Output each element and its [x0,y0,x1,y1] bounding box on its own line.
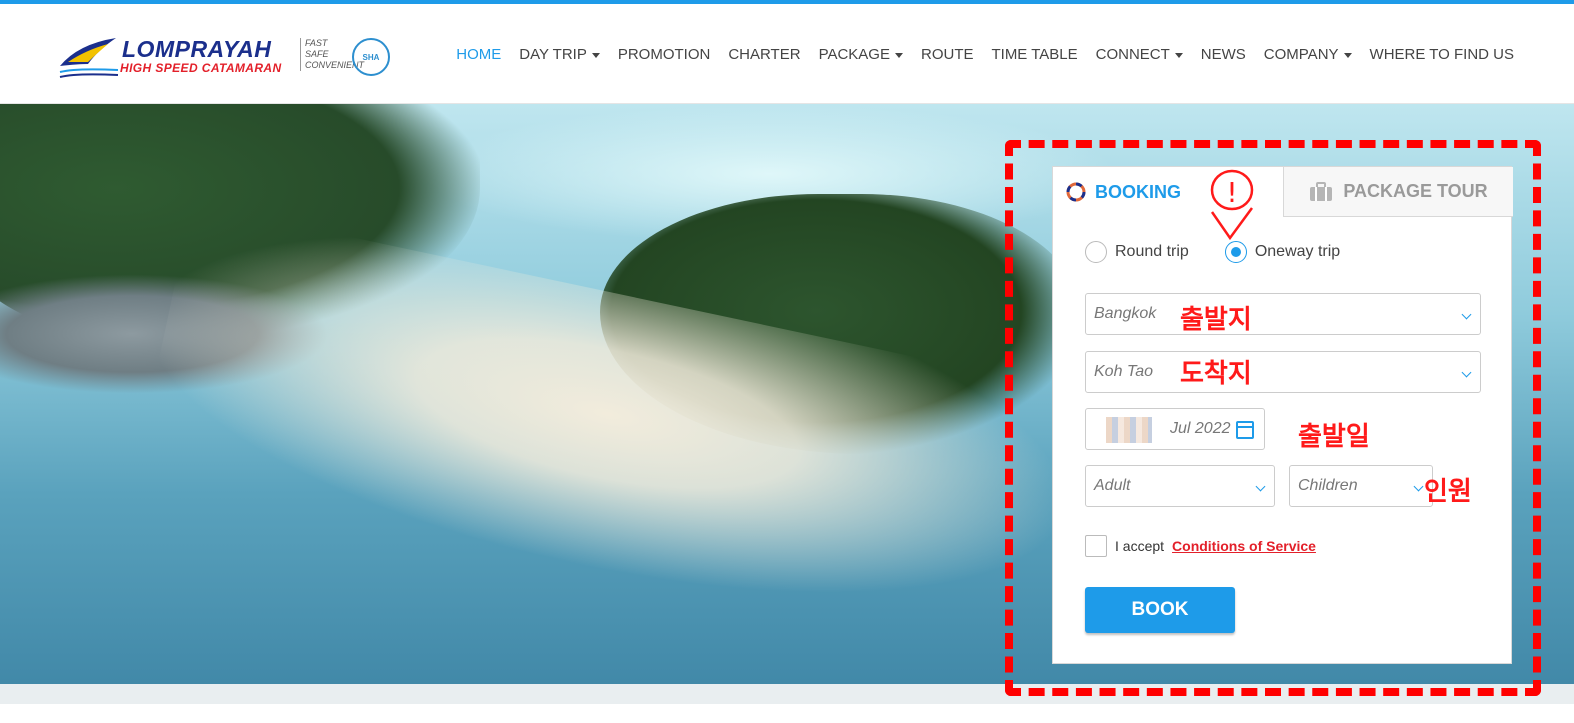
annotation-from-label: 출발지 [1180,305,1252,335]
brand-subtitle: HIGH SPEED CATAMARAN [120,61,282,75]
lifebuoy-icon [1066,182,1086,202]
adult-placeholder: Adult [1094,477,1131,494]
caret-down-icon [1174,52,1183,58]
to-select[interactable]: Koh Tao [1085,351,1481,393]
brand-name: LOMPRAYAH [122,36,272,62]
nav-charter[interactable]: CHARTER [728,46,800,63]
nav-package-label: PACKAGE [818,46,890,63]
from-value: Bangkok [1094,305,1157,322]
nav-promotion-label: PROMOTION [617,46,711,63]
nav-route[interactable]: ROUTE [921,46,974,63]
nav-company-label: COMPANY [1263,46,1339,63]
nav-news-label: NEWS [1200,46,1246,63]
nav-home-label: HOME [456,46,502,63]
nav-where-to-find-us[interactable]: WHERE TO FIND US [1370,46,1514,63]
chevron-down-icon [1255,481,1266,492]
sha-badge-icon: SHA [352,38,390,76]
from-select[interactable]: Bangkok [1085,293,1481,335]
children-select[interactable]: Children [1289,465,1433,507]
nav-day-trip-label: DAY TRIP [519,46,587,63]
nav-connect[interactable]: CONNECT [1096,46,1183,63]
tab-package-tour[interactable]: PACKAGE TOUR [1283,167,1513,217]
site-header: LOMPRAYAH HIGH SPEED CATAMARAN FAST SAFE… [0,4,1574,104]
nav-promotion[interactable]: PROMOTION [618,46,711,63]
calendar-icon[interactable] [1236,421,1254,439]
date-value: Jul 2022 [1170,420,1231,437]
accept-text: I accept [1115,538,1165,554]
annotation-date-label: 출발일 [1298,422,1370,452]
radio-round-trip[interactable] [1085,241,1107,263]
annotation-scribble-icon: ! [1210,169,1254,241]
chevron-down-icon [1461,309,1472,320]
main-nav: HOME DAY TRIP PROMOTION CHARTER PACKAGE … [456,46,1514,63]
bird-logo-icon [59,38,119,78]
book-button[interactable]: BOOK [1085,587,1235,633]
conditions-link[interactable]: Conditions of Service [1172,538,1316,554]
nav-where-label: WHERE TO FIND US [1369,46,1514,63]
redacted-date-blur [1106,417,1152,443]
nav-home[interactable]: HOME [456,46,501,63]
adult-select[interactable]: Adult [1085,465,1275,507]
nav-time-table[interactable]: TIME TABLE [991,46,1077,63]
caret-down-icon [1343,52,1352,58]
nav-charter-label: CHARTER [728,46,801,63]
chevron-down-icon [1413,481,1424,492]
terms-row: I accept Conditions of Service [1085,535,1316,557]
booking-panel: BOOKING PACKAGE TOUR Round trip Oneway t… [1052,166,1513,664]
chevron-down-icon [1461,367,1472,378]
nav-connect-label: CONNECT [1095,46,1170,63]
nav-time-table-label: TIME TABLE [991,46,1078,63]
tab-package-label: PACKAGE TOUR [1343,181,1488,201]
annotation-people-label: 인원 [1424,477,1472,507]
tab-booking-label: BOOKING [1095,181,1182,202]
to-value: Koh Tao [1094,363,1154,380]
caret-down-icon [894,52,903,58]
radio-oneway-trip[interactable] [1224,241,1247,263]
terms-checkbox[interactable] [1085,535,1107,557]
nav-package[interactable]: PACKAGE [819,46,903,63]
nav-day-trip[interactable]: DAY TRIP [519,46,600,63]
suitcase-icon [1310,181,1333,201]
date-input[interactable]: Jul 2022 [1085,408,1265,450]
round-trip-label: Round trip [1115,243,1189,260]
nav-news[interactable]: NEWS [1201,46,1246,63]
nav-company[interactable]: COMPANY [1264,46,1352,63]
sha-badge-label: SHA [362,52,380,62]
caret-down-icon [591,52,600,58]
children-placeholder: Children [1298,477,1358,494]
nav-route-label: ROUTE [920,46,974,63]
lomprayah-logo[interactable]: LOMPRAYAH HIGH SPEED CATAMARAN FAST SAFE… [58,34,393,82]
scribble-text: ! [1226,176,1237,209]
oneway-trip-label: Oneway trip [1254,243,1341,260]
trip-type-group: Round trip Oneway trip [1085,241,1340,263]
annotation-to-label: 도착지 [1180,359,1252,389]
